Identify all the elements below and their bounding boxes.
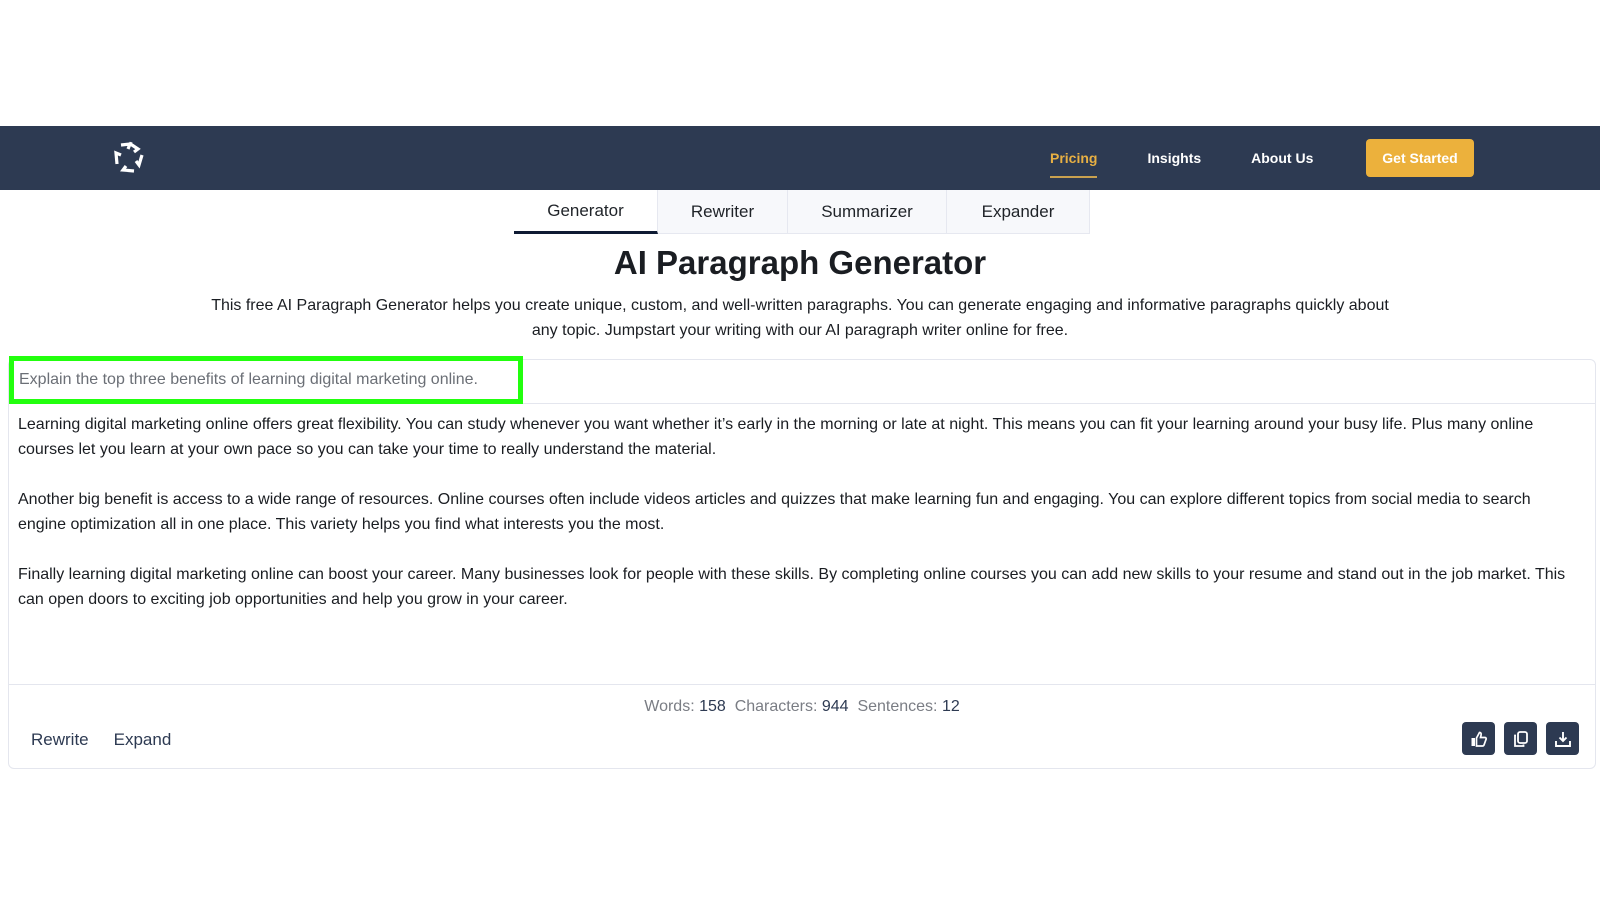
output-paragraph: Another big benefit is access to a wide …: [18, 491, 1531, 533]
nav-about-us[interactable]: About Us: [1251, 150, 1313, 166]
characters-label: Characters:: [734, 698, 818, 715]
download-button[interactable]: [1546, 722, 1579, 755]
tab-expander[interactable]: Expander: [947, 190, 1090, 234]
sentences-label: Sentences:: [857, 698, 938, 715]
nav-pricing[interactable]: Pricing: [1050, 150, 1098, 178]
page-description: This free AI Paragraph Generator helps y…: [211, 297, 1389, 339]
action-links: Rewrite Expand: [31, 730, 171, 750]
tab-summarizer[interactable]: Summarizer: [788, 190, 947, 234]
tab-rewriter[interactable]: Rewriter: [658, 190, 788, 234]
rewrite-button[interactable]: Rewrite: [31, 730, 89, 750]
prompt-input[interactable]: Explain the top three benefits of learni…: [9, 356, 523, 404]
like-button[interactable]: [1462, 722, 1495, 755]
tab-generator[interactable]: Generator: [514, 190, 658, 234]
brand-logo-icon[interactable]: [112, 140, 146, 174]
output-tools: [1462, 722, 1579, 755]
tool-tabs: Generator Rewriter Summarizer Expander: [514, 190, 1090, 234]
editor-card: Explain the top three benefits of learni…: [8, 356, 1596, 769]
get-started-button[interactable]: Get Started: [1366, 139, 1474, 177]
sentences-count: 12: [941, 698, 960, 715]
output-paragraph: Finally learning digital marketing onlin…: [18, 566, 1566, 608]
thumbs-up-icon: [1471, 731, 1487, 747]
output-text[interactable]: Learning digital marketing online offers…: [18, 412, 1578, 637]
words-count: 158: [699, 698, 726, 715]
copy-button[interactable]: [1504, 722, 1537, 755]
output-paragraph: Learning digital marketing online offers…: [18, 416, 1534, 458]
prompt-row: Explain the top three benefits of learni…: [9, 356, 1595, 404]
top-whitespace: [0, 0, 1600, 126]
characters-count: 944: [821, 698, 849, 715]
navbar: Pricing Insights About Us Get Started: [0, 126, 1600, 190]
text-stats: Words: 158 Characters: 944 Sentences: 12: [9, 698, 1595, 716]
nav-insights[interactable]: Insights: [1147, 150, 1201, 166]
page-title: AI Paragraph Generator: [613, 244, 987, 281]
copy-icon: [1513, 730, 1528, 747]
expand-button[interactable]: Expand: [114, 730, 172, 750]
words-label: Words:: [644, 698, 695, 715]
download-icon: [1554, 731, 1571, 747]
divider: [9, 684, 1595, 685]
